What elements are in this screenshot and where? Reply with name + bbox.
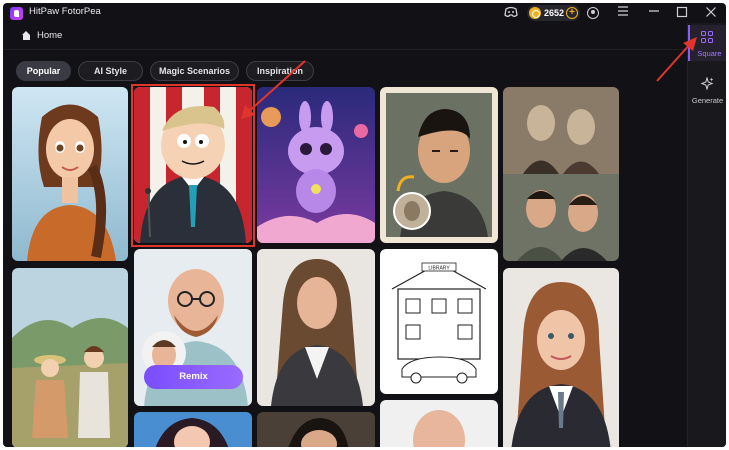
maximize-icon[interactable] (675, 6, 689, 20)
dark-haired-man-image (257, 412, 375, 447)
anime-couple-image (12, 268, 128, 447)
sparkle-icon (700, 76, 714, 92)
gallery-card-bald-figure[interactable] (380, 400, 498, 447)
right-sidebar: Square Generate (687, 23, 726, 447)
user-icon[interactable] (587, 7, 599, 19)
discord-icon[interactable] (504, 6, 518, 20)
close-icon[interactable] (704, 6, 718, 20)
remix-button[interactable]: Remix (144, 365, 243, 389)
gallery-card-business-woman[interactable] (257, 249, 375, 406)
gallery-card-vintage-couple[interactable] (503, 87, 619, 261)
menu-icon[interactable] (616, 6, 630, 20)
gallery-card-photo-restore[interactable] (380, 87, 498, 243)
gallery-card-animated-woman[interactable] (134, 412, 252, 447)
minimize-icon[interactable] (647, 6, 661, 20)
app-window: HitPaw FotorPea 2652 + Home Popular AI S (3, 3, 726, 447)
tab-magic-scenarios[interactable]: Magic Scenarios (150, 61, 239, 81)
gallery-card-house-sketch[interactable]: LIBRARY (380, 249, 498, 394)
annotation-arrow-left (241, 60, 306, 119)
coin-balance[interactable]: 2652 + (527, 5, 580, 21)
home-icon (21, 30, 32, 41)
vintage-couple-image (503, 87, 619, 261)
gallery-card-dark-haired-man[interactable] (257, 412, 375, 447)
coin-icon (529, 7, 541, 19)
app-logo-icon (10, 7, 23, 20)
home-label: Home (37, 30, 63, 41)
add-coins-button[interactable]: + (566, 7, 578, 19)
cartoon-girl-image (12, 87, 128, 261)
annotation-arrow-right (656, 37, 697, 82)
business-woman-image (257, 249, 375, 406)
gallery-card-student-woman[interactable] (503, 268, 619, 447)
grid-icon (701, 31, 714, 44)
title-bar: HitPaw FotorPea 2652 + (3, 3, 726, 23)
app-title: HitPaw FotorPea (29, 6, 101, 17)
tab-ai-style[interactable]: AI Style (78, 61, 143, 81)
gallery-card-cartoon-girl[interactable] (12, 87, 128, 261)
gallery-card-anime-couple[interactable] (12, 268, 128, 447)
photo-restore-image (380, 87, 498, 243)
home-link[interactable]: Home (21, 30, 62, 41)
animated-woman-image (134, 412, 252, 447)
house-sign-text: LIBRARY (428, 266, 450, 272)
house-sketch-image: LIBRARY (380, 249, 498, 394)
header-divider (3, 49, 687, 50)
student-woman-image (503, 268, 619, 447)
coin-count: 2652 (544, 8, 565, 18)
bald-figure-image (380, 400, 498, 447)
sidebar-label-generate: Generate (691, 96, 724, 105)
tab-popular[interactable]: Popular (16, 61, 71, 81)
